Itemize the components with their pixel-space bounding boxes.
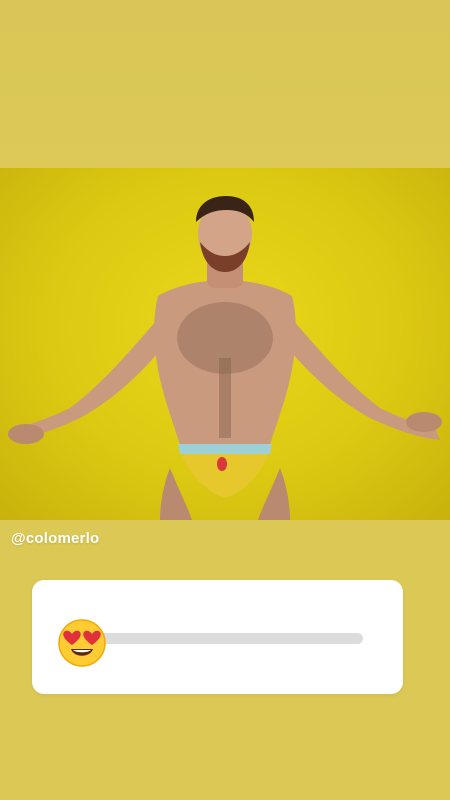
story-photo	[0, 168, 450, 520]
heart-eyes-emoji-icon[interactable]	[57, 618, 107, 668]
slider-track[interactable]	[76, 633, 363, 644]
emoji-slider-sticker[interactable]	[32, 580, 403, 694]
story-background-top	[0, 0, 450, 168]
username-tag[interactable]: @colomerlo	[11, 530, 99, 547]
photo-illustration	[8, 196, 442, 520]
